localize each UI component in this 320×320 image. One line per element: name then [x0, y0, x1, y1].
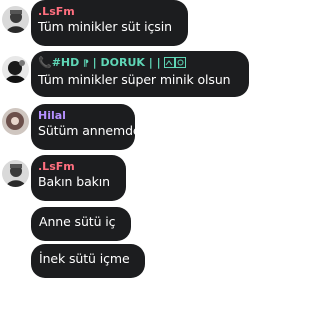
message-text: Tüm minikler süper minik olsun	[38, 72, 231, 87]
sender-prefix: 📞#HD	[38, 56, 80, 69]
message-bubble[interactable]: .LsFm Tüm minikler süt içsin	[31, 0, 188, 46]
sender-main: | DORUK | |	[92, 56, 161, 69]
message-bubble[interactable]: Hilal Sütüm annemden	[31, 104, 149, 150]
message-bubble[interactable]: İnek sütü içme	[31, 244, 145, 278]
message-bubble[interactable]: 📞#HD ⁋ | DORUK | | Tüm minikler süper mi…	[31, 51, 249, 97]
sender-name[interactable]: Hilal	[38, 109, 126, 123]
message-bubble[interactable]: .LsFm Bakın bakın	[31, 155, 126, 201]
flag-icon: ⁋	[83, 59, 89, 69]
message-text: Tüm minikler süt içsin	[38, 19, 172, 34]
image-emoji-icon	[164, 57, 187, 72]
message-text: İnek sütü içme	[39, 251, 130, 266]
message-text: Sütüm annemden	[38, 123, 149, 138]
lsfm-avatar[interactable]	[2, 160, 29, 187]
sender-name[interactable]: .LsFm	[38, 5, 179, 19]
hilal-avatar[interactable]	[2, 108, 29, 135]
sender-name[interactable]: .LsFm	[38, 160, 117, 174]
message-bubble[interactable]: Anne sütü iç	[31, 207, 131, 241]
message-text: Anne sütü iç	[39, 214, 116, 229]
doruk-avatar[interactable]	[2, 56, 29, 83]
sender-name[interactable]: 📞#HD ⁋ | DORUK | |	[38, 56, 240, 72]
message-text: Bakın bakın	[38, 174, 110, 189]
lsfm-avatar[interactable]	[2, 6, 29, 33]
